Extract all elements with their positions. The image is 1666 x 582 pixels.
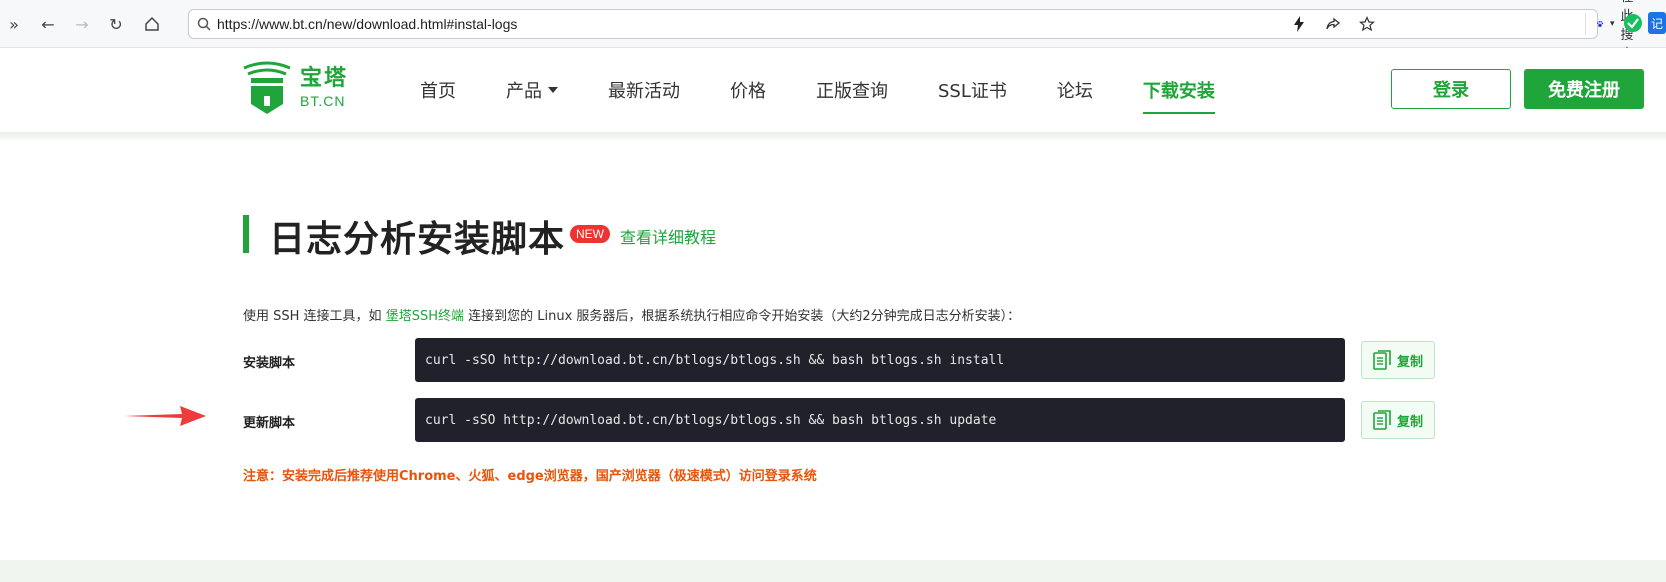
browser-toolbar: » ← → ↻ https://www.bt.cn/new/download.h… [0, 0, 1666, 61]
ssh-terminal-link[interactable]: 堡塔SSH终端 [386, 309, 464, 324]
tutorial-link[interactable]: 查看详细教程 [620, 224, 716, 248]
browser-notice: 注意：安装完成后推荐使用Chrome、火狐、edge浏览器，国产浏览器（极速模式… [243, 469, 817, 484]
header-shadow [0, 132, 1666, 142]
back-icon[interactable]: ← [36, 12, 60, 36]
main-nav: 首页 产品 最新活动 价格 正版查询 SSL证书 论坛 下载安装 [420, 48, 1265, 132]
install-command[interactable]: curl -sSO http://download.bt.cn/btlogs/b… [415, 338, 1345, 382]
nav-activities[interactable]: 最新活动 [608, 48, 680, 132]
title-accent-bar [243, 215, 249, 253]
copy-label: 复制 [1396, 354, 1423, 370]
lightning-icon[interactable] [1289, 14, 1309, 34]
desc-text: 连接到您的 Linux 服务器后，根据系统执行相应命令开始安装（大约2分钟完成日… [463, 309, 1021, 324]
nav-label: SSL证书 [938, 81, 1007, 102]
copy-update-button[interactable]: 复制 [1361, 401, 1435, 439]
nav-pricing[interactable]: 价格 [730, 48, 766, 132]
nav-label: 下载安装 [1142, 81, 1215, 102]
copy-install-button[interactable]: 复制 [1361, 341, 1435, 379]
logo-text-cn: 宝塔 [300, 66, 349, 91]
nav-label: 最新活动 [608, 81, 680, 102]
home-icon[interactable] [140, 12, 164, 36]
nav-products[interactable]: 产品 [506, 48, 558, 132]
nav-label: 正版查询 [816, 81, 888, 102]
red-arrow-annotation [124, 406, 206, 426]
nav-label: 产品 [506, 81, 542, 102]
caret-down-icon [548, 87, 558, 93]
sidebar-toggle-icon[interactable]: » [2, 12, 26, 36]
site-logo[interactable]: 宝塔 BT.CN [242, 58, 352, 118]
extension-icon-2[interactable]: 记 [1648, 12, 1666, 34]
page-title: 日志分析安装脚本 [269, 219, 566, 260]
register-button[interactable]: 免费注册 [1524, 69, 1644, 109]
install-description: 使用 SSH 连接工具，如 堡塔SSH终端 连接到您的 Linux 服务器后，根… [243, 305, 1020, 324]
copy-icon [1373, 350, 1391, 370]
url-text: https://www.bt.cn/new/download.html#inst… [217, 16, 518, 32]
nav-license-check[interactable]: 正版查询 [816, 48, 888, 132]
nav-label: 价格 [730, 81, 766, 102]
update-script-label: 更新脚本 [243, 416, 296, 431]
share-icon[interactable] [1323, 14, 1343, 34]
new-badge: NEW [570, 225, 610, 243]
address-bar[interactable]: https://www.bt.cn/new/download.html#inst… [188, 0, 1634, 61]
extension-icon[interactable] [1622, 12, 1644, 34]
logo-text-en: BT.CN [300, 93, 346, 109]
nav-label: 论坛 [1056, 81, 1093, 102]
update-command[interactable]: curl -sSO http://download.bt.cn/btlogs/b… [415, 398, 1345, 442]
url-actions [1289, 14, 1377, 34]
footer-band [0, 560, 1666, 582]
extension-label: 记 [1650, 16, 1663, 31]
forward-icon[interactable]: → [70, 12, 94, 36]
nav-label: 首页 [420, 81, 456, 102]
nav-home[interactable]: 首页 [420, 48, 456, 132]
copy-label: 复制 [1396, 414, 1423, 430]
search-icon [197, 17, 211, 31]
tower-logo-icon [243, 61, 291, 114]
star-icon[interactable] [1357, 14, 1377, 34]
desc-text: 使用 SSH 连接工具，如 [243, 309, 386, 324]
nav-forum[interactable]: 论坛 [1057, 48, 1093, 132]
login-button[interactable]: 登录 [1391, 69, 1511, 109]
nav-download[interactable]: 下载安装 [1142, 48, 1215, 132]
copy-icon [1373, 410, 1391, 430]
reload-icon[interactable]: ↻ [104, 12, 128, 36]
install-script-label: 安装脚本 [243, 356, 296, 371]
paw-icon [1596, 20, 1604, 27]
chevron-down-icon: ▾ [1609, 19, 1615, 29]
nav-ssl[interactable]: SSL证书 [938, 48, 1007, 132]
